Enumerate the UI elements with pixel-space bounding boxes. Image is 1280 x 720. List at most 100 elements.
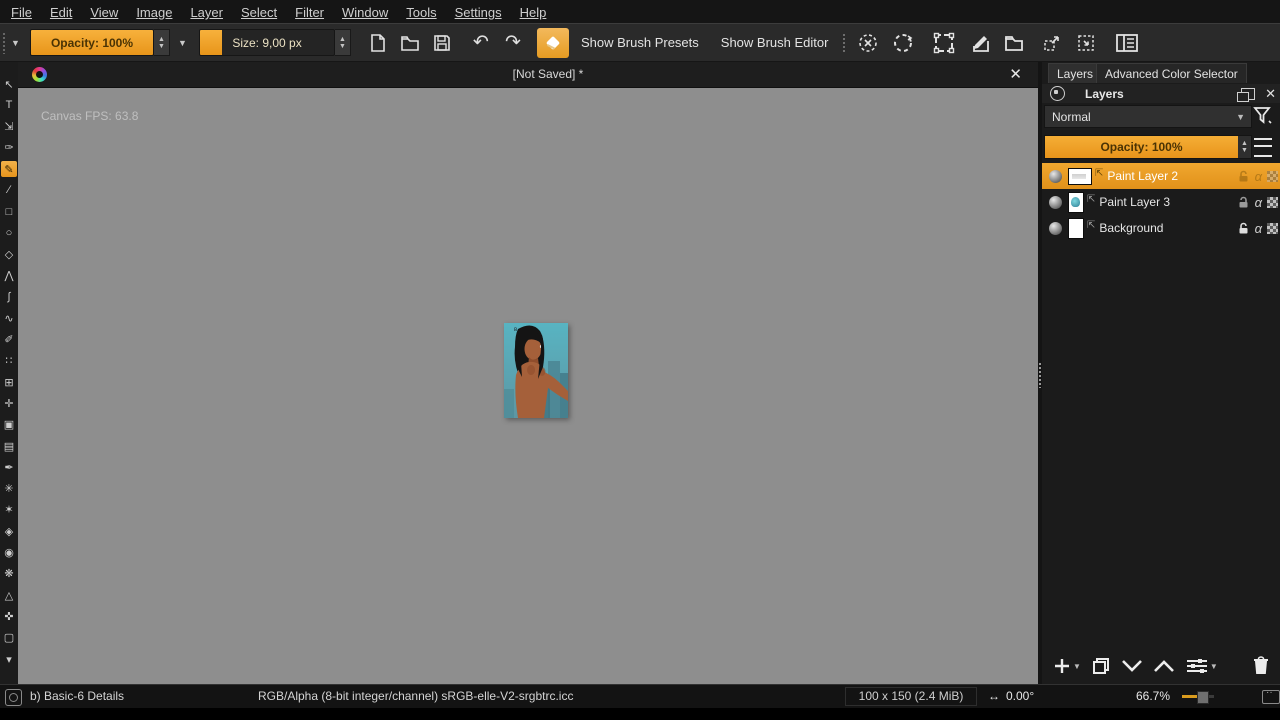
docker-float-icon[interactable] — [1241, 88, 1255, 100]
show-dockers-icon[interactable] — [1114, 30, 1140, 56]
alpha-lock-icon[interactable]: α — [1255, 169, 1262, 184]
menu-help[interactable]: Help — [511, 5, 556, 23]
layer-properties-button[interactable]: ▼ — [1185, 657, 1218, 675]
deselect-icon[interactable] — [855, 30, 881, 56]
copy-to-new-layer-icon[interactable] — [1040, 30, 1066, 56]
menu-image[interactable]: Image — [127, 5, 181, 23]
opacity-slider[interactable]: Opacity: 100% — [30, 29, 154, 56]
document-close-icon[interactable]: ✕ — [1009, 65, 1022, 83]
docker-lock-icon[interactable] — [1050, 86, 1065, 101]
size-slider[interactable]: Size: 9,00 px — [199, 29, 335, 56]
reselect-icon[interactable] — [890, 30, 916, 56]
tool-freehand-path[interactable]: ∿ — [1, 310, 17, 326]
layer-filter-icon[interactable] — [1252, 105, 1274, 127]
trim-to-selection-icon[interactable] — [1073, 30, 1099, 56]
open-document-icon[interactable] — [397, 30, 423, 56]
tool-text[interactable]: T — [1, 97, 17, 113]
tool-select-shapes[interactable]: ↖ — [1, 76, 17, 92]
alpha-checker-icon[interactable] — [1267, 197, 1278, 208]
brush-preset-label[interactable]: b) Basic-6 Details — [30, 689, 124, 703]
docker-close-icon[interactable]: ✕ — [1265, 86, 1276, 102]
layer-unlock-icon[interactable] — [1237, 196, 1250, 209]
tool-color-sampler[interactable]: ✒ — [1, 459, 17, 475]
menu-edit[interactable]: Edit — [41, 5, 81, 23]
zoom-level-label[interactable]: 66.7% — [1120, 689, 1170, 703]
layers-menu-icon[interactable] — [1254, 138, 1272, 157]
menu-settings[interactable]: Settings — [446, 5, 511, 23]
visibility-icon[interactable] — [1049, 170, 1062, 183]
alpha-lock-icon[interactable]: α — [1255, 195, 1262, 210]
menu-tools[interactable]: Tools — [397, 5, 445, 23]
menu-view[interactable]: View — [81, 5, 127, 23]
size-spinner[interactable]: ▲▼ — [335, 29, 351, 56]
show-brush-presets-button[interactable]: Show Brush Presets — [573, 29, 707, 57]
add-layer-dropdown-icon[interactable]: ▼ — [1073, 662, 1081, 671]
canvas-rotation[interactable]: ↔ 0.00° — [988, 689, 1034, 703]
add-layer-button[interactable]: ▼ — [1052, 656, 1081, 676]
tool-enclose-fill[interactable]: ◉ — [1, 545, 17, 561]
frame-selection-icon[interactable] — [931, 30, 957, 56]
alpha-checker-icon[interactable] — [1267, 171, 1278, 182]
blend-mode-select[interactable]: Normal ▼ — [1044, 105, 1252, 128]
tool-line[interactable]: ∕ — [1, 182, 17, 198]
layer-opacity-spinner[interactable]: ▲▼ — [1238, 136, 1251, 158]
tool-dynamic-brush[interactable]: ✐ — [1, 332, 17, 348]
tool-gradient[interactable]: ▤ — [1, 438, 17, 454]
tool-transform[interactable]: ⊞ — [1, 374, 17, 390]
tab-layers[interactable]: Layers — [1048, 63, 1102, 83]
tool-calligraphy[interactable]: ✑ — [1, 140, 17, 156]
opacity-spinner[interactable]: ▲▼ — [154, 29, 170, 56]
folder-icon[interactable] — [1001, 30, 1027, 56]
visibility-icon[interactable] — [1049, 222, 1062, 235]
tool-move[interactable]: ✛ — [1, 395, 17, 411]
move-layer-down-button[interactable] — [1121, 659, 1143, 673]
tool-crop[interactable]: ▣ — [1, 417, 17, 433]
visibility-icon[interactable] — [1049, 196, 1062, 209]
layer-lock-icon[interactable] — [1237, 170, 1250, 183]
tool-bezier-curve[interactable]: ∫ — [1, 289, 17, 305]
undo-icon[interactable]: ↶ — [468, 30, 494, 56]
tool-polyline[interactable]: ⋀ — [1, 268, 17, 284]
menu-layer[interactable]: Layer — [181, 5, 232, 23]
layer-row-paint-layer-2[interactable]: ⇱ Paint Layer 2 α — [1042, 163, 1280, 189]
menu-filter[interactable]: Filter — [286, 5, 333, 23]
toolbox-overflow-dropdown-icon[interactable]: ▾ — [1, 651, 17, 667]
tool-smart-patch[interactable]: ✳ — [1, 481, 17, 497]
canvas-only-mode-icon[interactable] — [1262, 690, 1280, 704]
layer-properties-dropdown-icon[interactable]: ▼ — [1210, 662, 1218, 671]
tool-rectangle[interactable]: □ — [1, 204, 17, 220]
canvas-area[interactable]: Canvas FPS: 63.8 ʙ — [18, 88, 1038, 684]
canvas-artwork[interactable]: ʙ — [504, 323, 568, 418]
tool-edit-shapes[interactable]: ⇲ — [1, 119, 17, 135]
tool-rectangular-selection[interactable]: ▢ — [1, 630, 17, 646]
tool-similar-selection[interactable]: ✶ — [1, 502, 17, 518]
opacity-dropdown-icon[interactable]: ▼ — [174, 31, 191, 55]
tool-fill[interactable]: ◈ — [1, 523, 17, 539]
duplicate-layer-button[interactable] — [1091, 656, 1111, 676]
layer-row-paint-layer-3[interactable]: ⇱ Paint Layer 3 α — [1042, 189, 1280, 215]
alpha-checker-icon[interactable] — [1267, 223, 1278, 234]
show-brush-editor-button[interactable]: Show Brush Editor — [713, 29, 837, 57]
tool-ellipse[interactable]: ○ — [1, 225, 17, 241]
layer-row-background[interactable]: ⇱ Background α — [1042, 215, 1280, 241]
menu-file[interactable]: File — [2, 5, 41, 23]
edit-selection-icon[interactable] — [968, 30, 994, 56]
menu-window[interactable]: Window — [333, 5, 397, 23]
layer-lock-icon[interactable] — [1237, 222, 1250, 235]
alpha-lock-icon[interactable]: α — [1255, 221, 1262, 236]
tool-pattern-edit[interactable]: ❋ — [1, 566, 17, 582]
move-layer-up-button[interactable] — [1153, 659, 1175, 673]
zoom-slider-handle[interactable] — [1197, 691, 1209, 704]
save-icon[interactable] — [429, 30, 455, 56]
zoom-slider[interactable] — [1182, 695, 1214, 698]
tool-multibrush[interactable]: ∷ — [1, 353, 17, 369]
eraser-mode-button[interactable] — [537, 28, 569, 58]
document-tab-title[interactable]: [Not Saved] * — [448, 67, 648, 81]
brush-option-dropdown-icon[interactable]: ▼ — [7, 31, 24, 55]
layer-opacity-slider[interactable]: Opacity: 100% ▲▼ — [1044, 135, 1252, 159]
new-document-icon[interactable] — [365, 30, 391, 56]
tool-freehand-brush[interactable]: ✎ — [1, 161, 17, 177]
redo-icon[interactable]: ↷ — [500, 30, 526, 56]
delete-layer-button[interactable] — [1252, 656, 1270, 676]
tab-advanced-color-selector[interactable]: Advanced Color Selector — [1096, 63, 1247, 83]
